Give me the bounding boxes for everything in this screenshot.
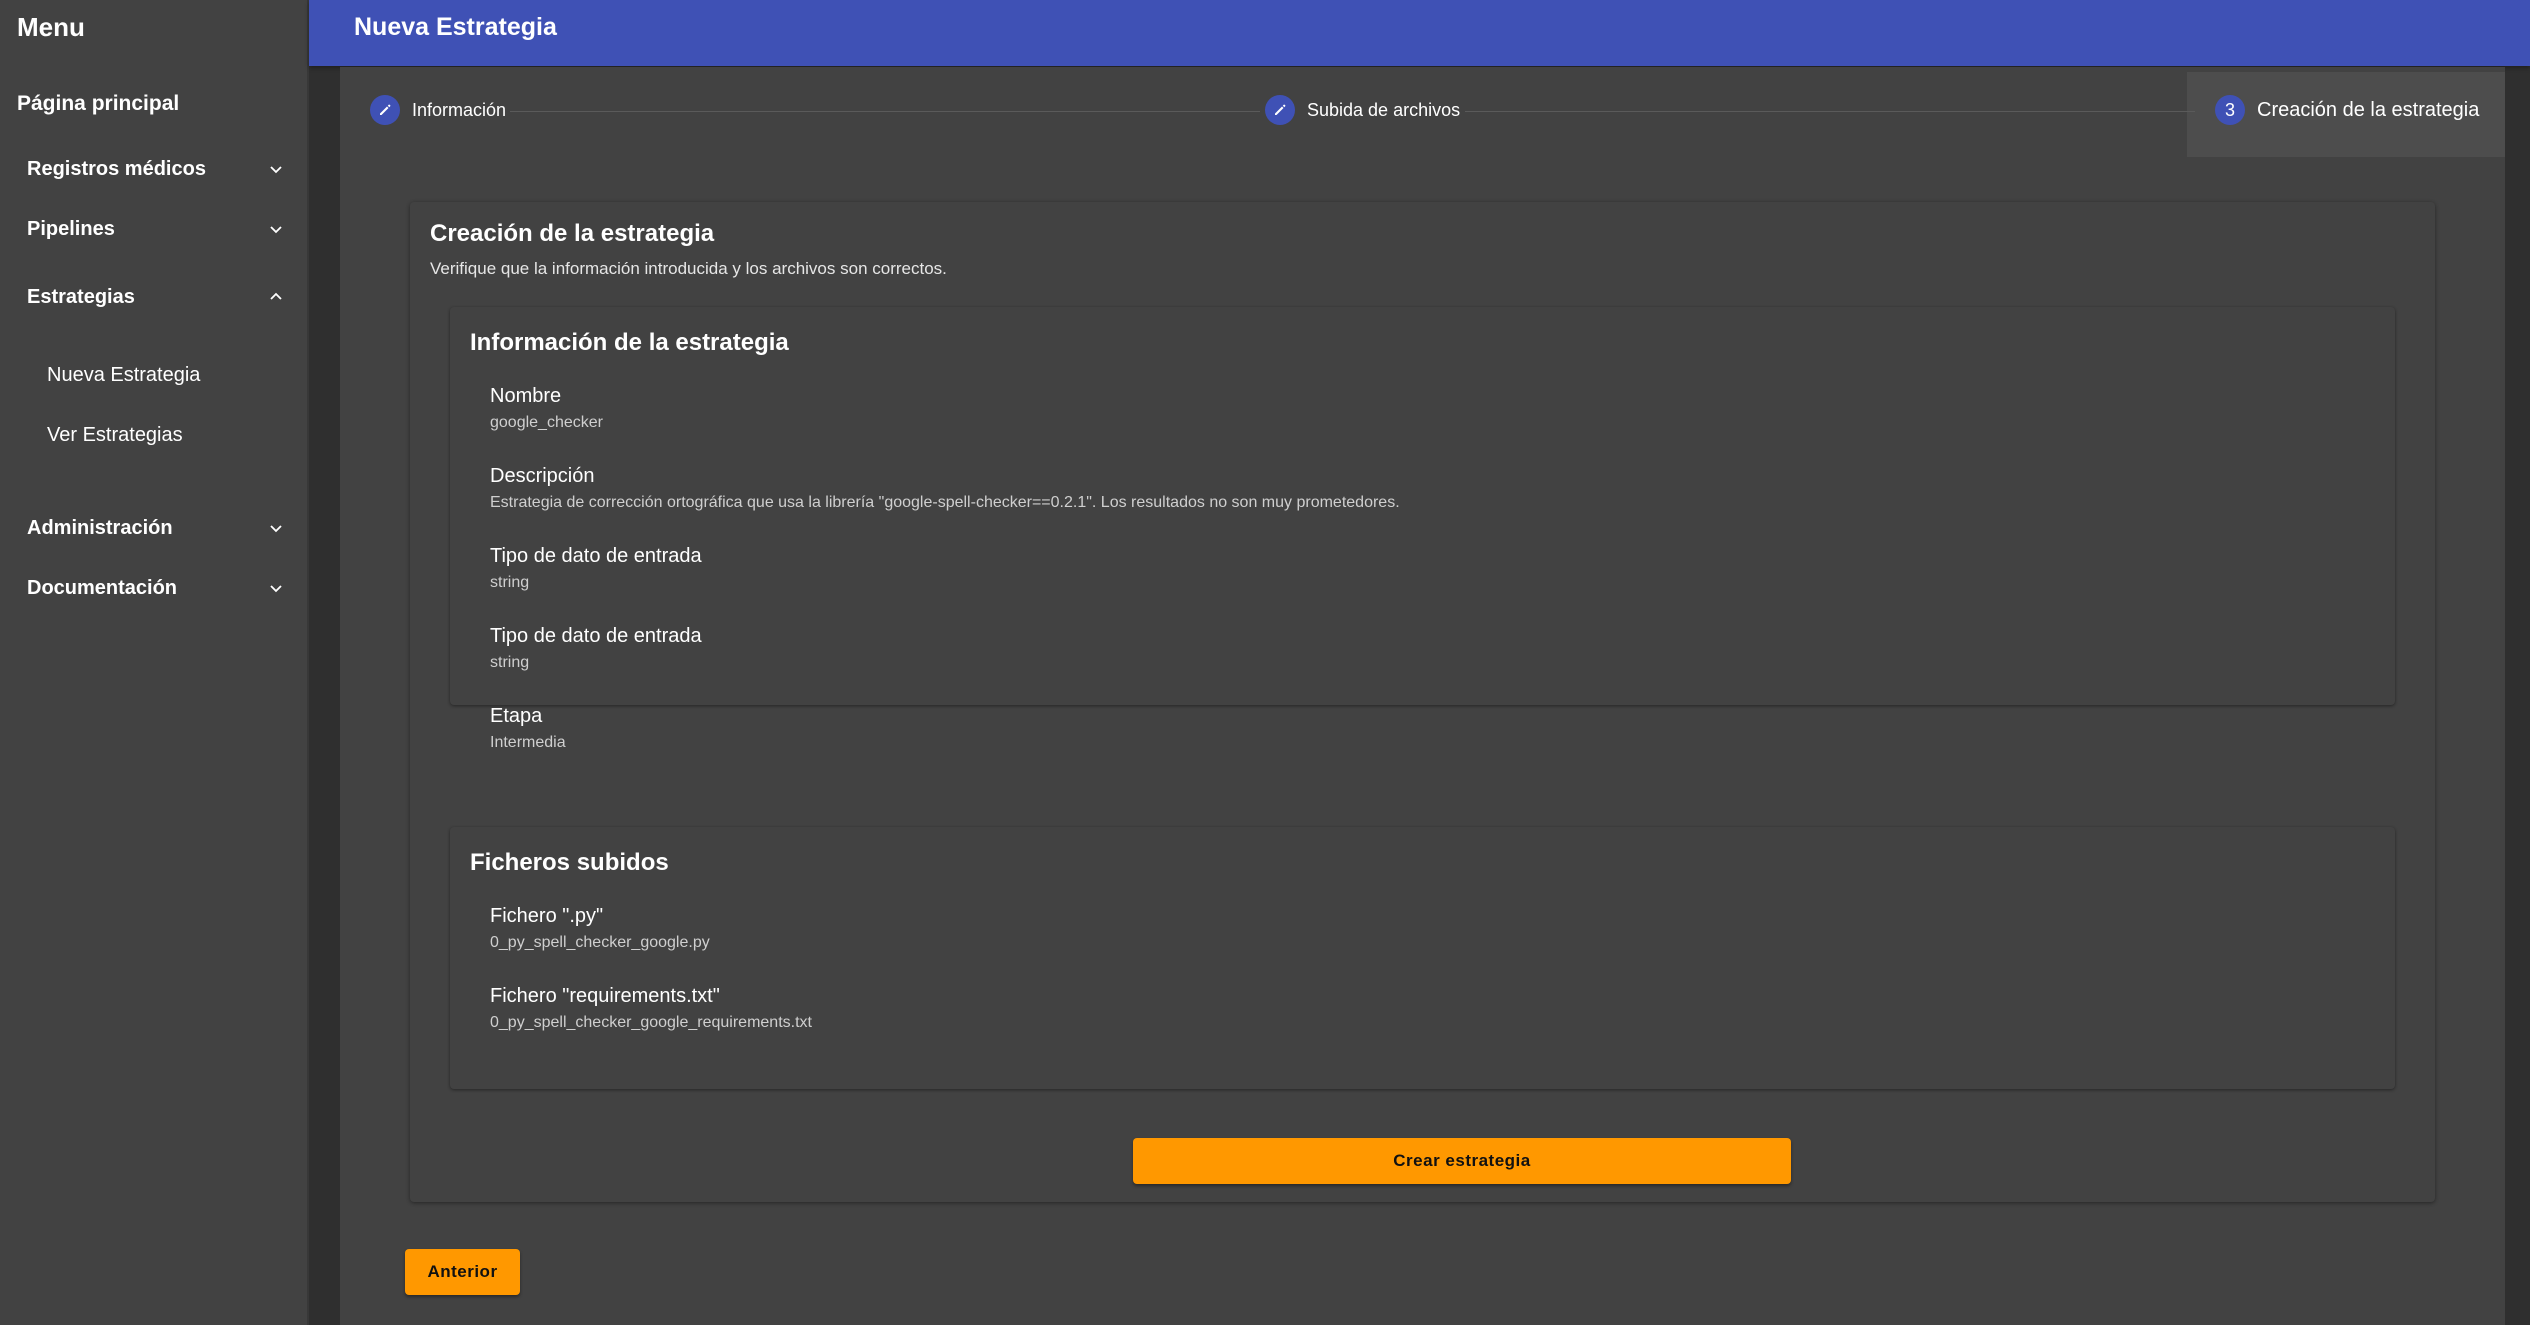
field-descripcion: Descripción Estrategia de corrección ort…: [490, 465, 1400, 512]
field-value: google_checker: [490, 414, 603, 431]
field-tipo-dato-entrada: Tipo de dato de entrada string: [490, 545, 702, 592]
field-label: Etapa: [490, 705, 543, 727]
sidebar-group-label: Registros médicos: [27, 157, 206, 180]
sidebar-title: Menu: [17, 12, 85, 42]
strategy-info-panel: Información de la estrategia Nombre goog…: [450, 307, 2395, 751]
chevron-down-icon: [265, 517, 287, 539]
step-subida-de-archivos[interactable]: Subida de archivos: [1265, 93, 1460, 127]
card-title: Creación de la estrategia: [430, 220, 715, 247]
main-content: Información Subida de archivos 3 Creació…: [340, 67, 2505, 1325]
field-label: Descripción: [490, 465, 595, 487]
chevron-up-icon: [265, 286, 287, 308]
stepper: Información Subida de archivos 3 Creació…: [340, 67, 2505, 157]
pencil-icon: [370, 95, 400, 125]
field-value: string: [490, 654, 530, 671]
chevron-down-icon: [265, 158, 287, 180]
create-strategy-button[interactable]: Crear estrategia: [1133, 1138, 1791, 1184]
step-number: 3: [2215, 95, 2245, 125]
field-tipo-dato-entrada-2: Tipo de dato de entrada string: [490, 625, 702, 672]
field-value: Estrategia de corrección ortográfica que…: [490, 494, 1400, 511]
panel-title: Ficheros subidos: [470, 849, 669, 876]
sidebar-group-label: Documentación: [27, 576, 178, 599]
sidebar-group-label: Pipelines: [27, 217, 115, 240]
sidebar-group-estrategias[interactable]: Estrategias: [27, 277, 287, 317]
field-label: Tipo de dato de entrada: [490, 545, 702, 567]
sidebar-item-home[interactable]: Página principal: [17, 92, 179, 116]
step-label: Subida de archivos: [1307, 99, 1461, 120]
sidebar-group-pipelines[interactable]: Pipelines: [27, 209, 287, 249]
field-value: 0_py_spell_checker_google_requirements.t…: [490, 1014, 812, 1031]
field-label: Fichero ".py": [490, 905, 604, 927]
sidebar-group-label: Estrategias: [27, 285, 135, 308]
step-connector: [510, 111, 1260, 112]
panel-title: Información de la estrategia: [470, 329, 789, 356]
step-creacion-estrategia[interactable]: 3 Creación de la estrategia: [2215, 93, 2479, 127]
sidebar-item-nueva-estrategia[interactable]: Nueva Estrategia: [47, 364, 200, 387]
step-connector: [1465, 111, 2195, 112]
uploaded-files-panel: Ficheros subidos Fichero ".py" 0_py_spel…: [450, 827, 2395, 1089]
chevron-down-icon: [265, 577, 287, 599]
page-title: Nueva Estrategia: [354, 13, 557, 41]
field-fichero-requirements: Fichero "requirements.txt" 0_py_spell_ch…: [490, 985, 812, 1032]
sidebar-group-label: Administración: [27, 516, 173, 539]
step-label: Información: [412, 99, 507, 120]
sidebar-item-ver-estrategias[interactable]: Ver Estrategias: [47, 424, 183, 447]
sidebar-group-administracion[interactable]: Administración: [27, 508, 287, 548]
field-label: Fichero "requirements.txt": [490, 985, 720, 1007]
chevron-down-icon: [265, 218, 287, 240]
field-etapa: Etapa Intermedia: [490, 705, 566, 752]
sidebar-group-documentacion[interactable]: Documentación: [27, 568, 287, 608]
review-card: Creación de la estrategia Verifique que …: [410, 202, 2435, 1202]
field-label: Tipo de dato de entrada: [490, 625, 702, 647]
card-subtitle: Verifique que la información introducida…: [430, 259, 947, 278]
step-informacion[interactable]: Información: [370, 93, 506, 127]
step-label: Creación de la estrategia: [2257, 98, 2480, 121]
pencil-icon: [1265, 95, 1295, 125]
field-nombre: Nombre google_checker: [490, 385, 603, 432]
field-label: Nombre: [490, 385, 562, 407]
sidebar: Menu Página principal Registros médicos …: [0, 0, 309, 1325]
app-root: Menu Página principal Registros médicos …: [0, 0, 2530, 1325]
previous-button[interactable]: Anterior: [405, 1249, 520, 1295]
sidebar-group-registros-medicos[interactable]: Registros médicos: [27, 149, 287, 189]
field-fichero-py: Fichero ".py" 0_py_spell_checker_google.…: [490, 905, 710, 952]
field-value: Intermedia: [490, 734, 566, 751]
field-value: 0_py_spell_checker_google.py: [490, 934, 710, 951]
top-app-bar: Nueva Estrategia: [309, 0, 2530, 66]
field-value: string: [490, 574, 530, 591]
